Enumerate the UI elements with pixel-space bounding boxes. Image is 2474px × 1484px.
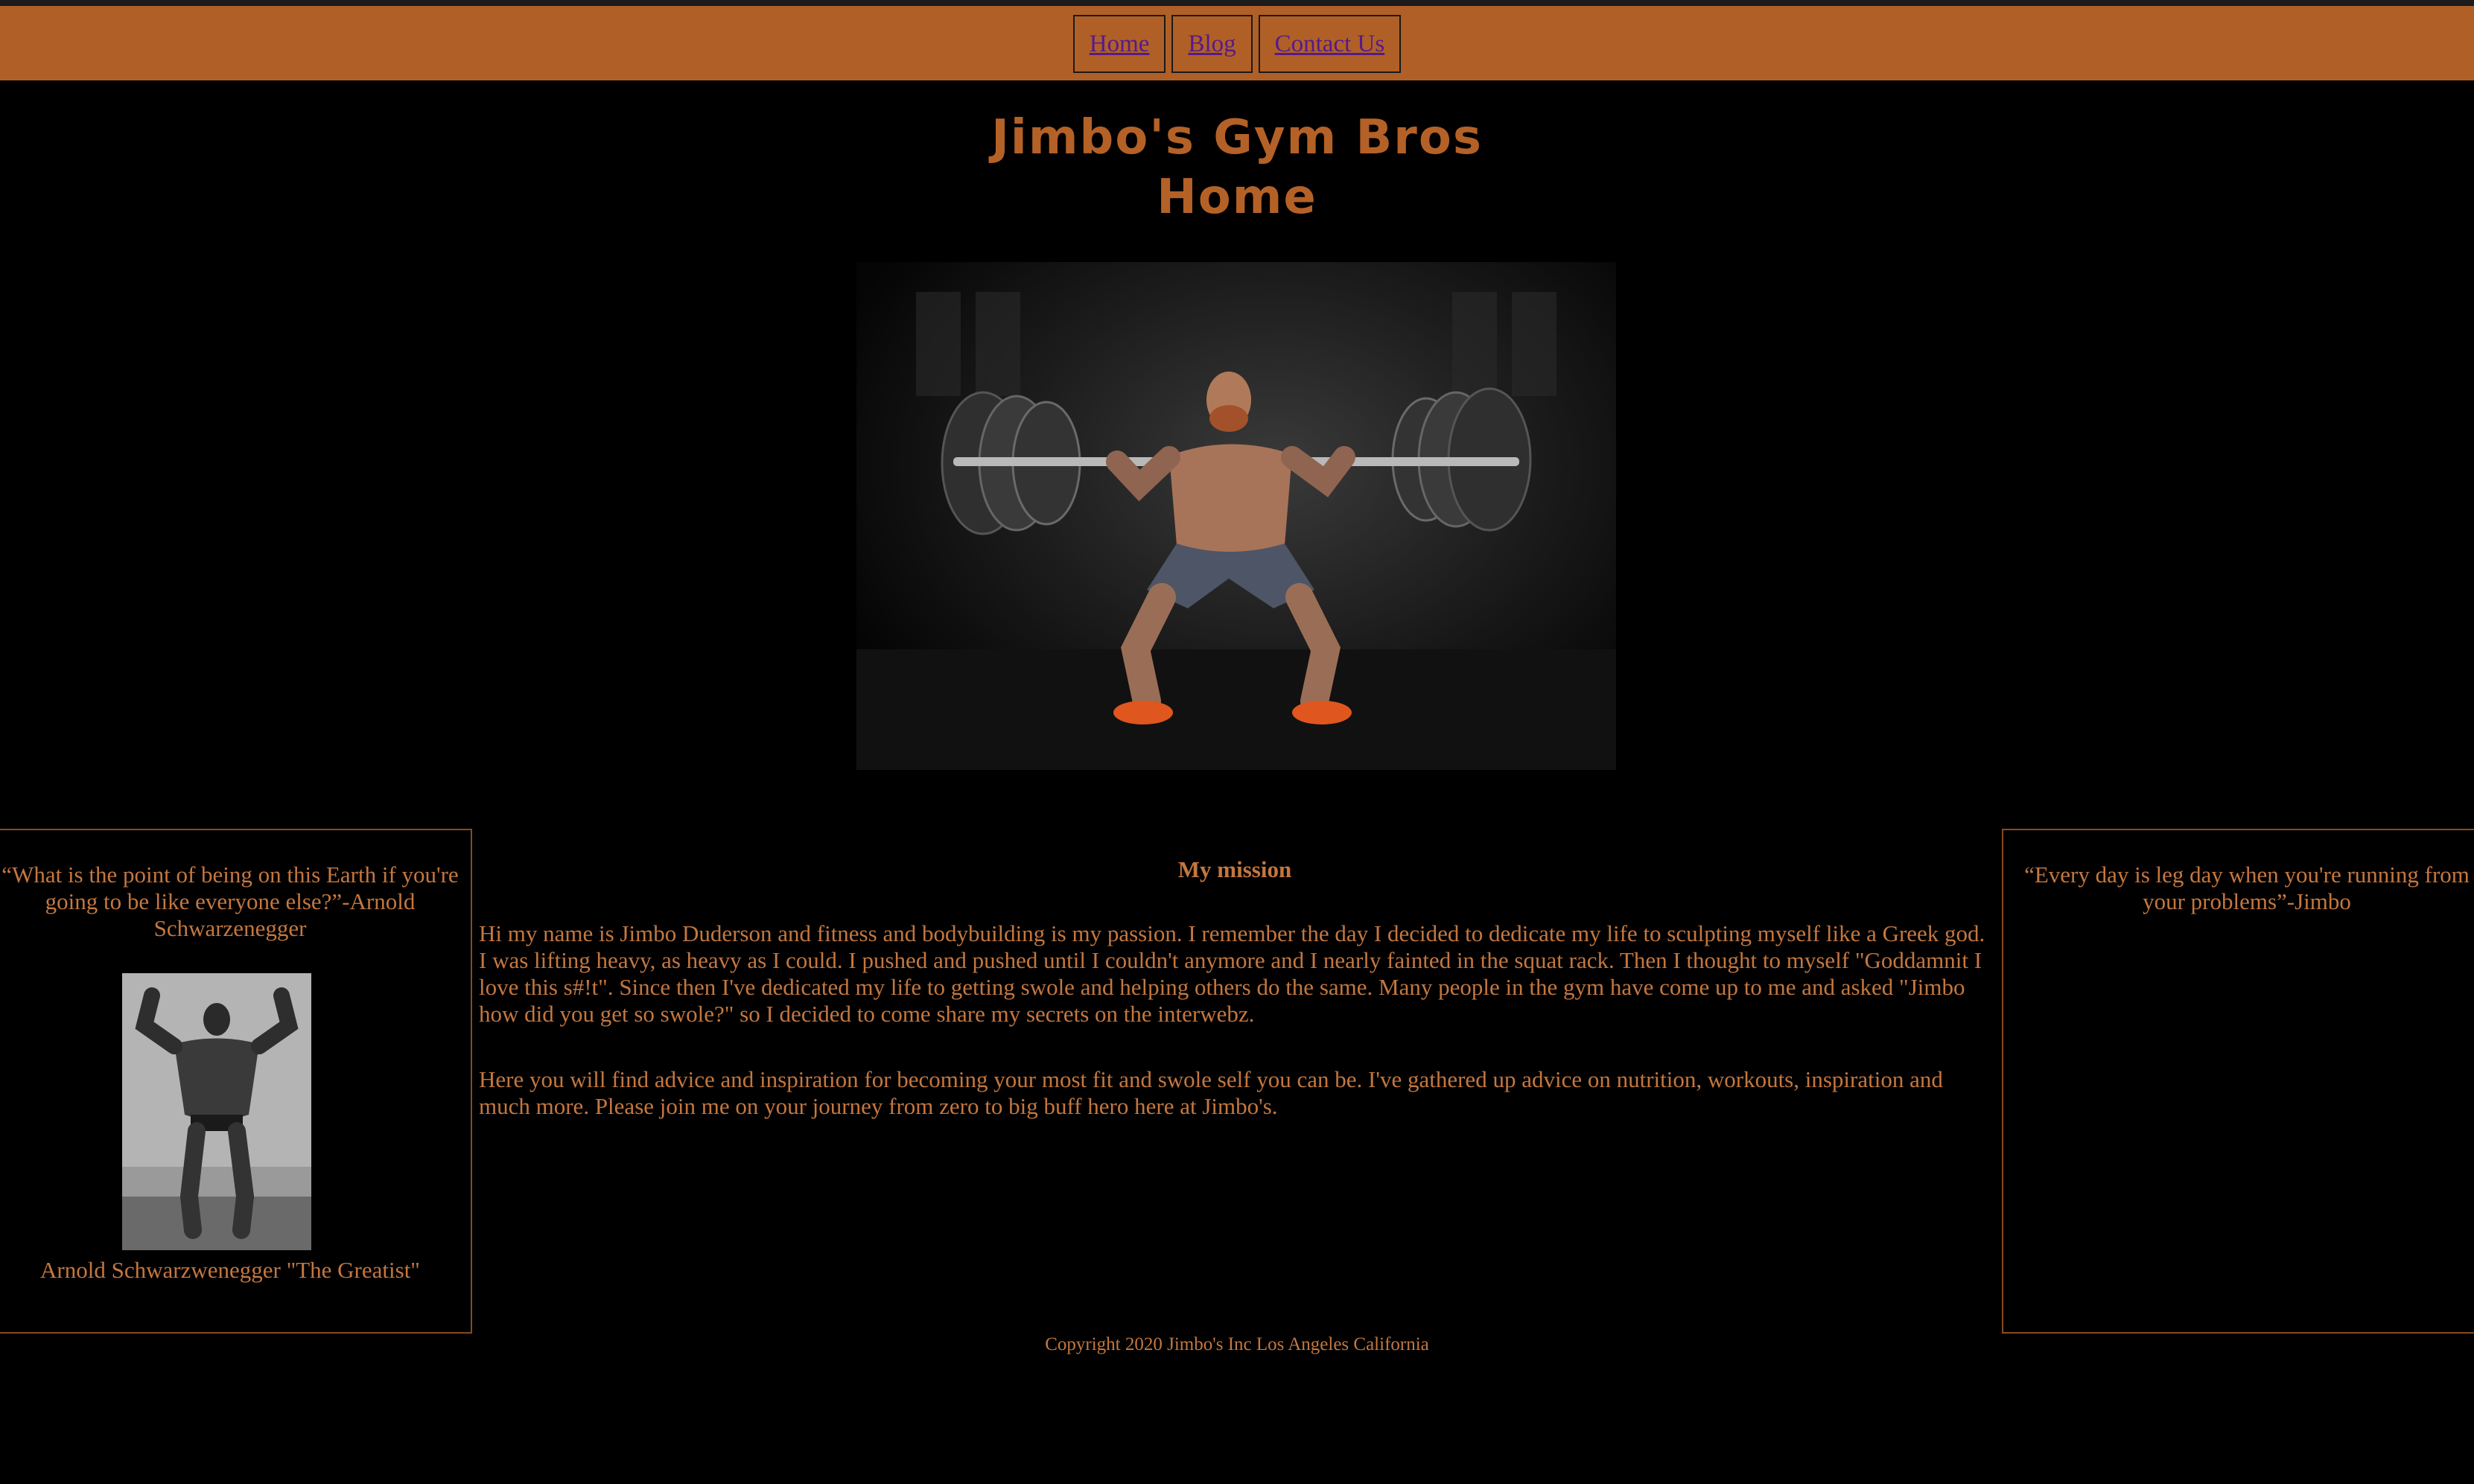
mission-paragraph-2: Here you will find advice and inspiratio…	[479, 1066, 1943, 1119]
jimbo-quote: “Every day is leg day when you're runnin…	[2024, 862, 2470, 914]
navbar: Home Blog Contact Us	[0, 6, 2474, 80]
mission-paragraph-1: Hi my name is Jimbo Duderson and fitness…	[479, 920, 1985, 1027]
footer: Copyright 2020 Jimbo's Inc Los Angeles C…	[1045, 1334, 1429, 1354]
arnold-photo	[122, 973, 311, 1250]
nav-item-contact-us[interactable]: Contact Us	[1258, 15, 1402, 73]
arnold-quote: “What is the point of being on this Eart…	[1, 862, 459, 941]
arnold-photo-caption: Arnold Schwarzwenegger "The Greatist"	[40, 1257, 420, 1283]
hero-weightlifter-image	[856, 262, 1616, 770]
nav-item-home[interactable]: Home	[1072, 15, 1166, 73]
page-title: Jimbo's Gym Bros Home	[0, 108, 2474, 227]
right-sidebar: “Every day is leg day when you're runnin…	[2002, 829, 2474, 1334]
nav-link-home[interactable]: Home	[1090, 31, 1150, 58]
nav-link-contact-us[interactable]: Contact Us	[1275, 31, 1385, 58]
nav-item-blog[interactable]: Blog	[1171, 15, 1253, 73]
main-content: My mission Hi my name is Jimbo Duderson …	[479, 856, 1991, 1159]
page-name: Home	[1157, 170, 1317, 225]
left-sidebar: “What is the point of being on this Eart…	[0, 829, 472, 1334]
nav-list: Home Blog Contact Us	[0, 15, 2474, 73]
mission-heading: My mission	[1177, 856, 1292, 882]
top-strip	[0, 0, 2474, 6]
bodybuilder-illustration	[122, 973, 311, 1250]
nav-link-blog[interactable]: Blog	[1188, 31, 1236, 58]
site-name: Jimbo's Gym Bros	[991, 110, 1483, 165]
weightlifter-illustration	[856, 292, 1616, 770]
